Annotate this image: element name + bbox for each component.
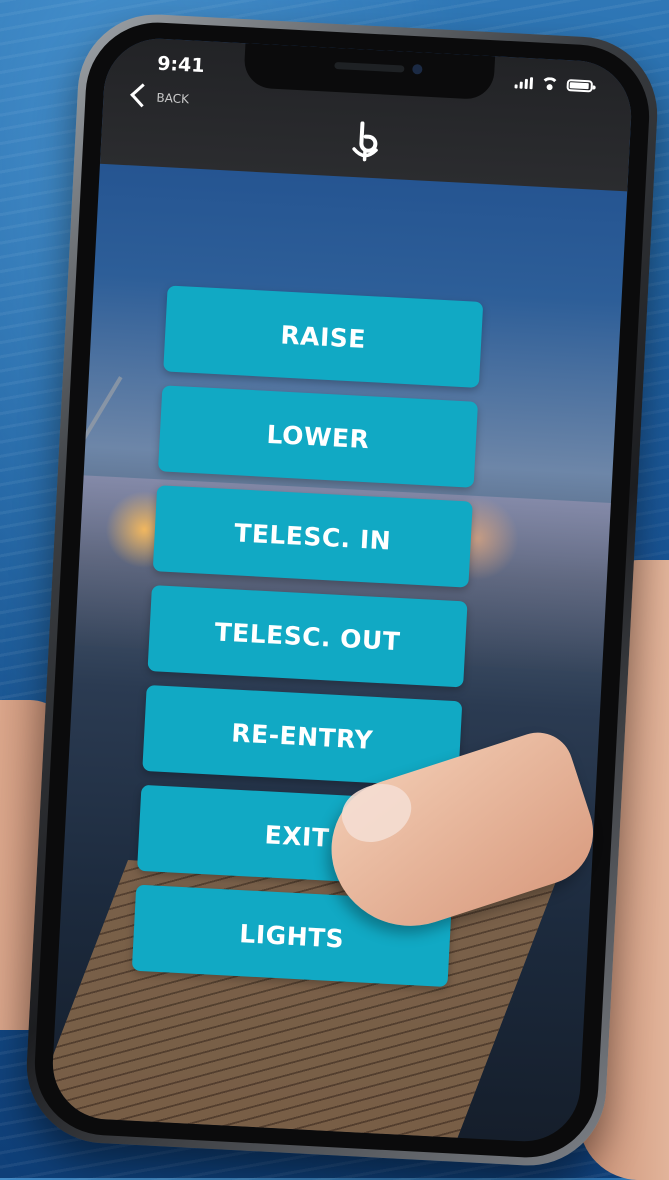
status-time: 9:41 — [156, 52, 206, 78]
raise-button[interactable]: RAISE — [163, 285, 484, 388]
anchor-logo-icon — [349, 121, 381, 167]
signal-icon — [514, 76, 534, 89]
back-button[interactable]: BACK — [130, 82, 190, 107]
back-label: BACK — [156, 90, 190, 107]
back-arrow-icon — [130, 82, 155, 107]
telesc-out-button[interactable]: TELESC. OUT — [147, 585, 468, 688]
battery-icon — [566, 78, 594, 92]
lower-button[interactable]: LOWER — [157, 385, 479, 488]
phone: 9:41 BACK RAISE LOWER TELESC. IN TELESC.… — [22, 10, 662, 1170]
wifi-icon — [540, 77, 559, 91]
app-screen: 9:41 BACK RAISE LOWER TELESC. IN TELESC.… — [50, 35, 634, 1145]
telesc-in-button[interactable]: TELESC. IN — [152, 485, 473, 588]
